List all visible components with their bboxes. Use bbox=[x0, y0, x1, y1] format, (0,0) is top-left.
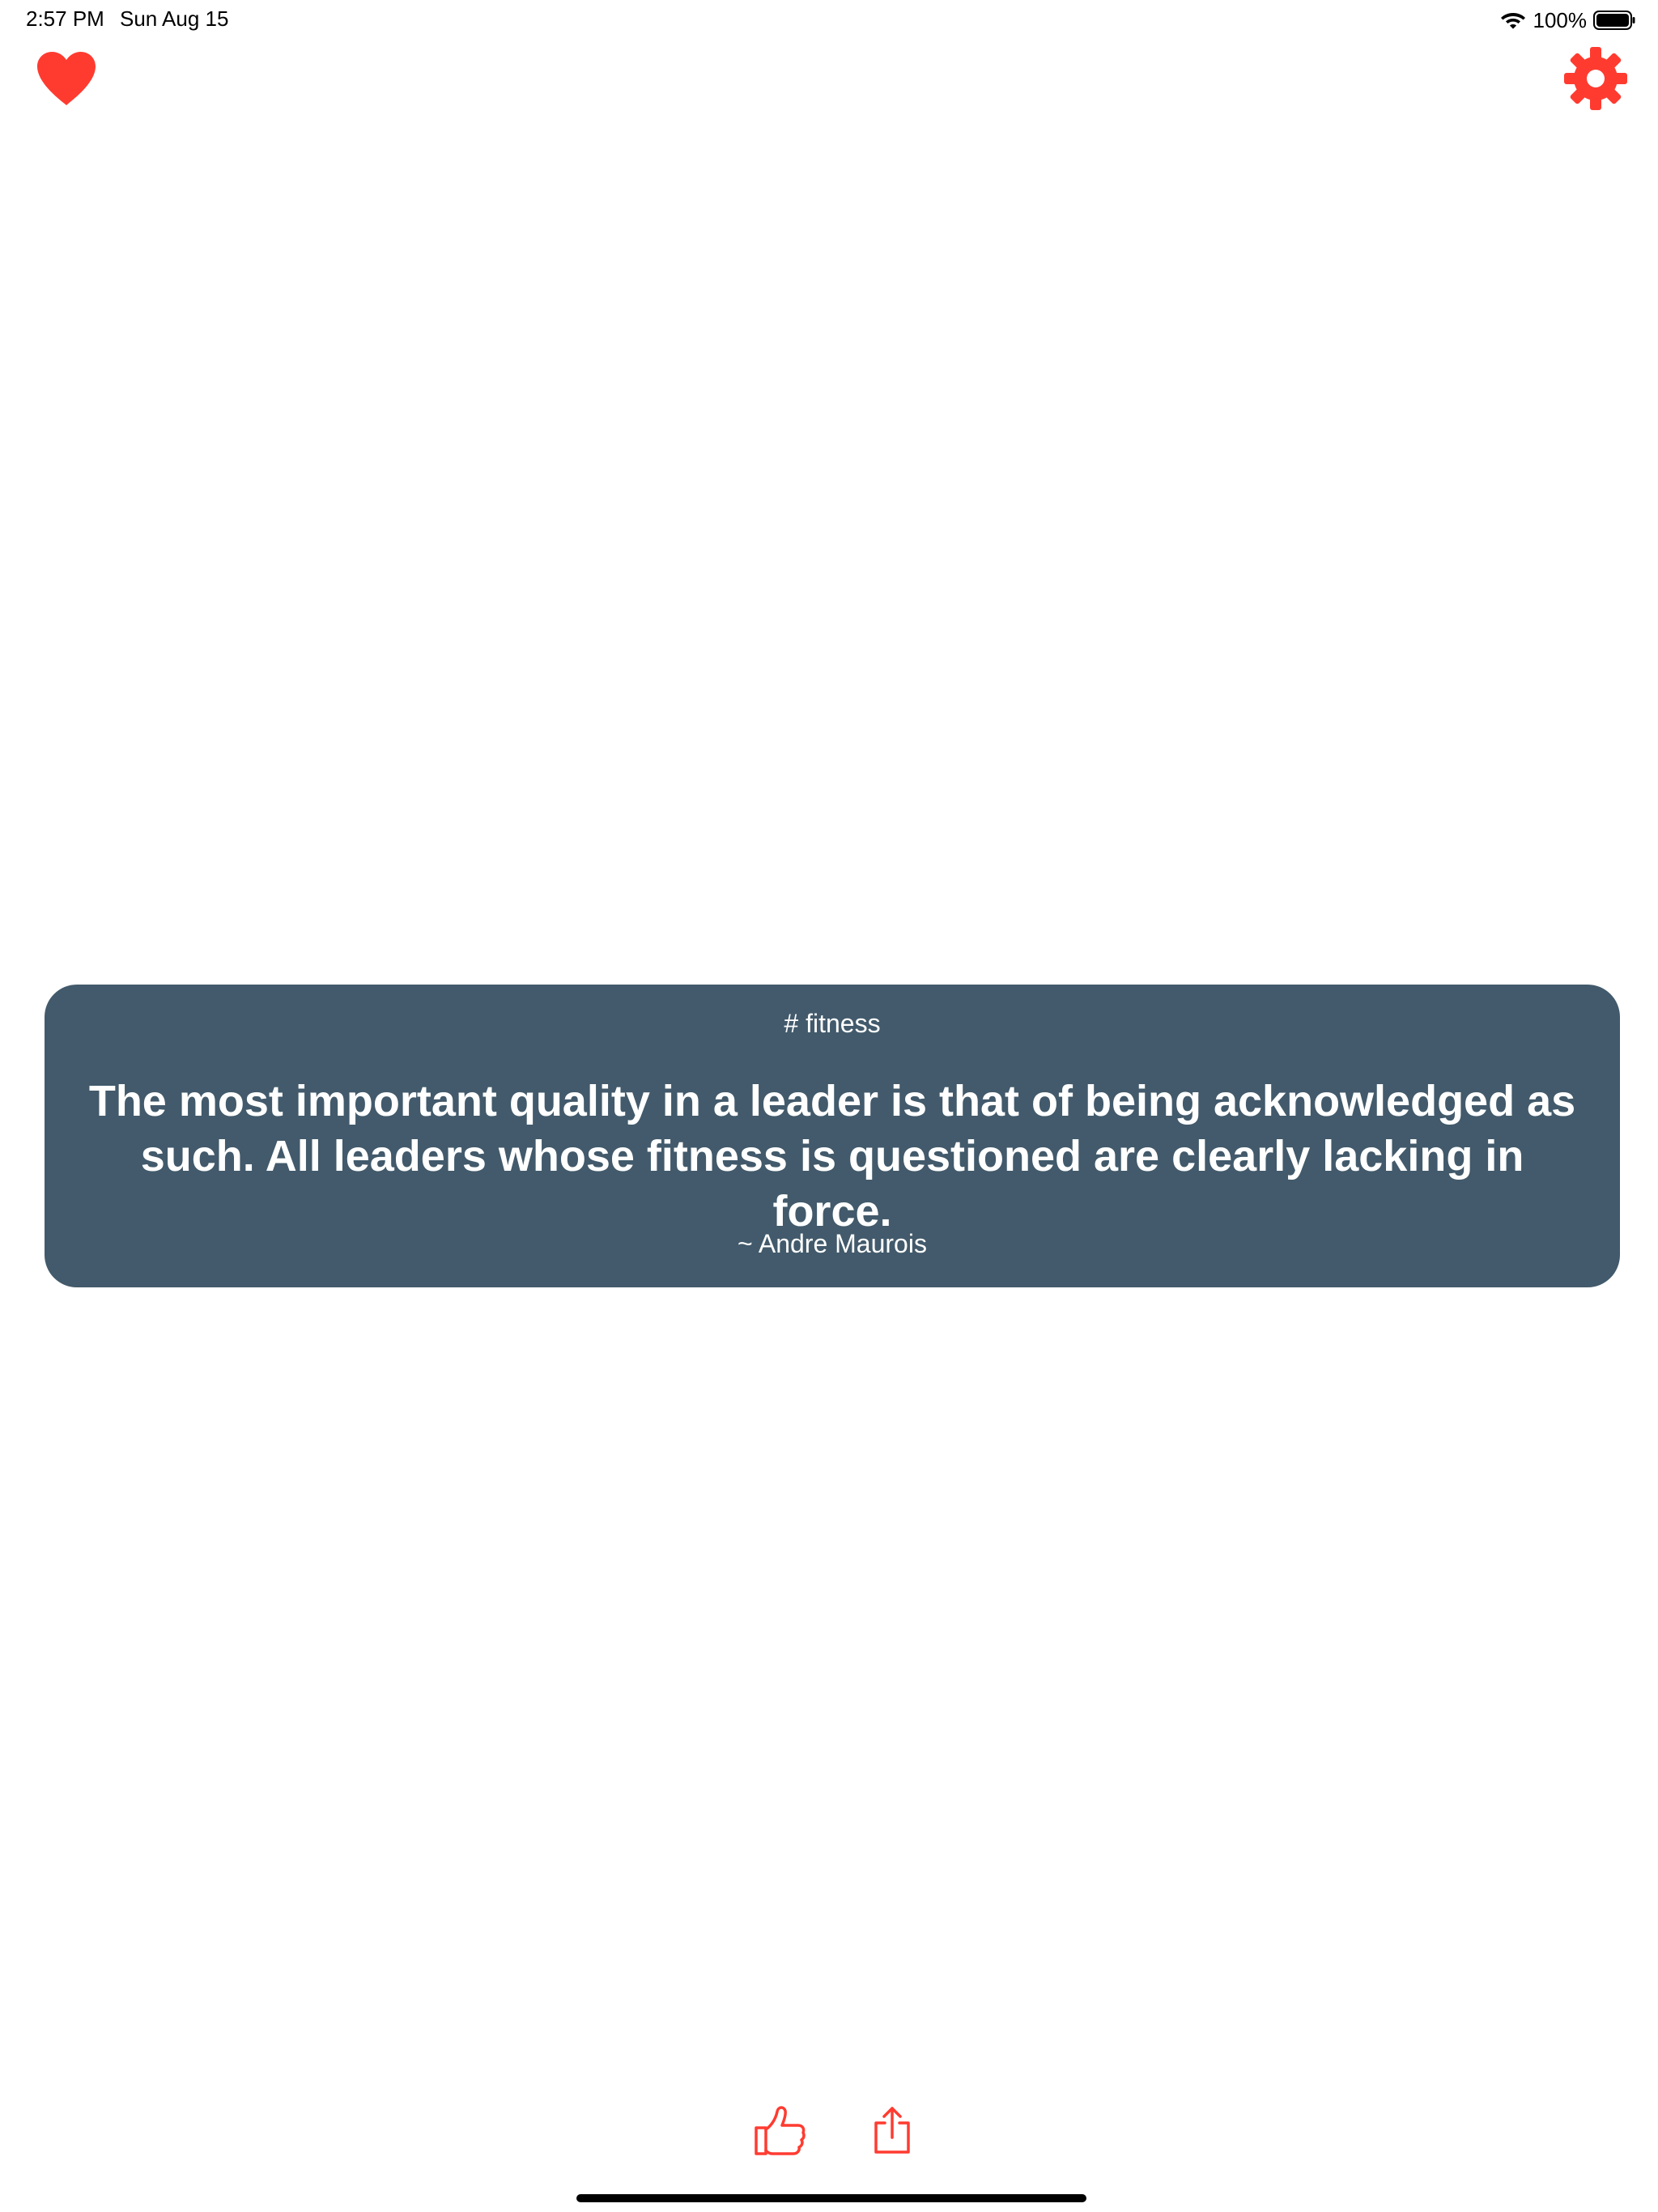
status-time: 2:57 PM bbox=[26, 6, 104, 31]
home-indicator[interactable] bbox=[576, 2194, 1086, 2202]
quote-card: # fitness The most important quality in … bbox=[45, 985, 1620, 1287]
gear-icon[interactable] bbox=[1564, 47, 1627, 110]
battery-percentage: 100% bbox=[1533, 7, 1588, 32]
thumbs-up-icon[interactable] bbox=[751, 2102, 808, 2159]
status-bar: 2:57 PM Sun Aug 15 100% bbox=[0, 0, 1658, 39]
bottom-action-bar bbox=[0, 2102, 1658, 2167]
wifi-icon bbox=[1500, 13, 1525, 29]
quote-category-tag: # fitness bbox=[784, 1009, 881, 1038]
quote-text: The most important quality in a leader i… bbox=[88, 1077, 1576, 1236]
quote-author: ~ Andre Maurois bbox=[738, 1229, 927, 1258]
share-icon[interactable] bbox=[869, 2105, 915, 2155]
status-date: Sun Aug 15 bbox=[120, 6, 229, 31]
battery-icon bbox=[1593, 11, 1635, 30]
heart-icon[interactable] bbox=[36, 50, 97, 107]
status-indicators: 100% bbox=[1499, 6, 1636, 34]
